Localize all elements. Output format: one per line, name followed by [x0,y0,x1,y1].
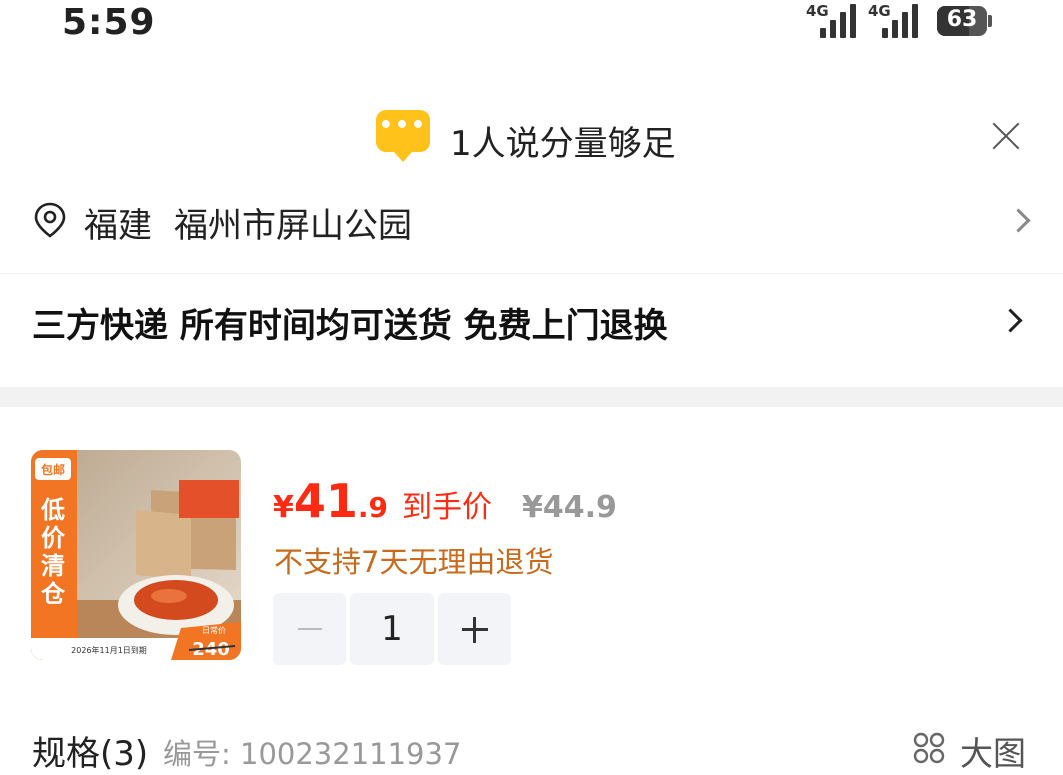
original-price: ¥44.9 [522,490,617,525]
increase-button[interactable] [438,593,511,665]
price-decimal: .9 [357,491,389,524]
spec-label: 规格(3) [32,734,149,774]
address-text: 福建 福州市屏山公园 [84,198,434,247]
image-corner-label: 日常价 [202,626,226,635]
section-separator [0,387,1063,407]
close-icon[interactable] [990,120,1022,152]
plus-icon [461,616,488,643]
address-detail: 福州市屏山公园 [174,206,412,246]
location-pin-icon [34,202,66,238]
image-badge-top: 包邮 [40,462,65,477]
status-time: 5:59 [62,2,156,43]
price-integer: 41 [293,474,358,528]
minus-icon [297,628,322,630]
decrease-button[interactable] [273,593,346,665]
sheet-title: 1人说分量够足 [450,124,676,164]
currency-symbol: ¥ [273,490,294,525]
svg-text:低价清仓: 低价清仓 [40,496,66,608]
cellular-signal-icon-2: 4G [868,2,924,38]
address-province: 福建 [84,206,152,246]
quantity-stepper: 1 [273,593,511,665]
divider [0,273,1063,274]
battery-icon: 63 [937,6,992,36]
product-code: 编号: 100232111937 [163,737,462,771]
grid-view-icon[interactable] [912,731,946,765]
price-row: ¥41.9 到手价 ¥44.9 [273,474,617,528]
delivery-info[interactable]: 三方快递 所有时间均可送货 免费上门退换 [32,298,668,347]
cellular-signal-icon: 4G [806,2,862,38]
chat-bubble-icon: ••• [376,110,430,162]
price-label: 到手价 [402,490,493,525]
image-expiry-date: 2026年11月1日到期 [71,645,147,655]
view-big-image-button[interactable]: 大图 [960,727,1026,775]
quantity-field[interactable]: 1 [350,593,434,665]
return-policy: 不支持7天无理由退货 [274,545,554,579]
battery-level: 63 [946,7,978,32]
chevron-right-icon-delivery[interactable] [998,308,1023,333]
product-image[interactable]: 包邮 低价清仓 2026年11月1日到期 日常价 240 [31,450,241,660]
